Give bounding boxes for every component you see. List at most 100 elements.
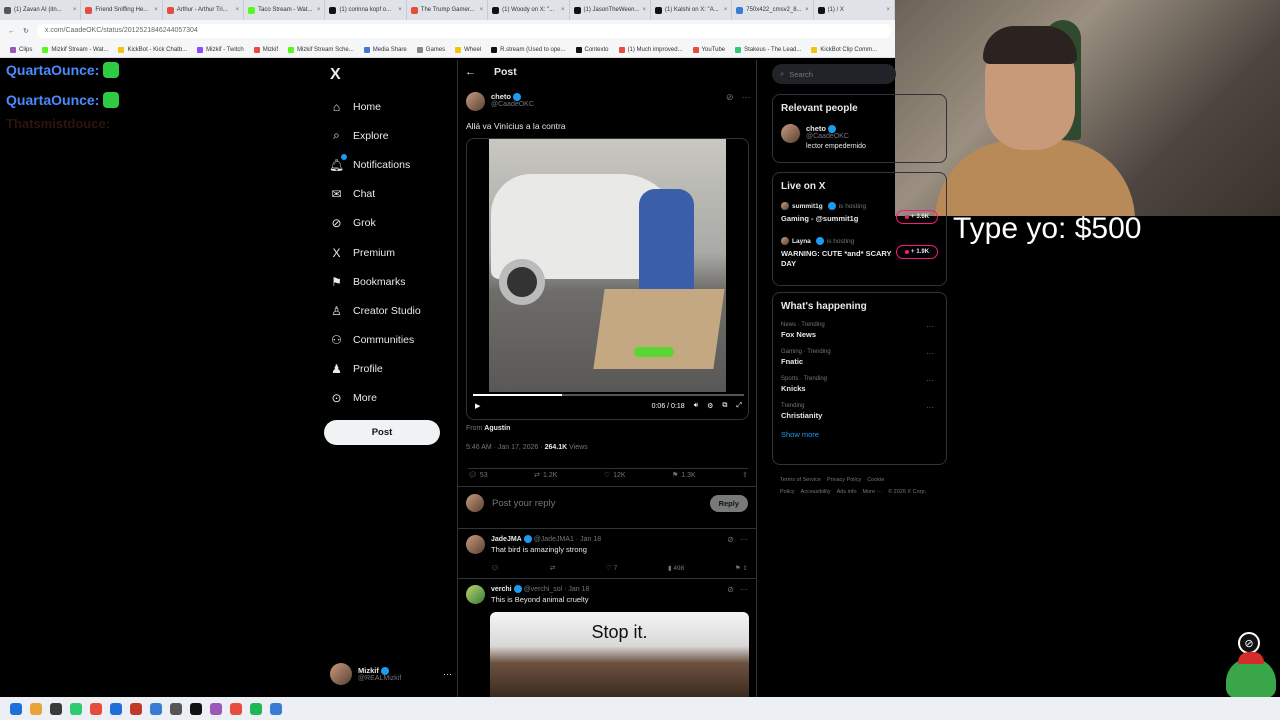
bookmark-item[interactable]: Mizkif Stream Sche... bbox=[288, 46, 354, 53]
taskbar-app-icon[interactable] bbox=[230, 702, 242, 715]
nav-item-home[interactable]: ⌂ Home bbox=[322, 92, 452, 121]
browser-tab[interactable]: Arthur - Arthur Tri... × bbox=[163, 0, 245, 20]
x-logo[interactable]: X bbox=[330, 66, 341, 84]
trend-more-icon[interactable]: ··· bbox=[926, 349, 934, 358]
nav-item-profile[interactable]: ♟ Profile bbox=[322, 355, 452, 384]
bookmark-item[interactable]: Wheel bbox=[455, 46, 481, 53]
browser-tab[interactable]: Taco Stream - Wat... × bbox=[244, 0, 326, 20]
grok-icon[interactable]: ⊘ bbox=[726, 92, 734, 103]
reply-icon[interactable]: 💬︎ bbox=[491, 564, 499, 572]
post-author[interactable]: cheto @CaadeOKC bbox=[466, 92, 534, 111]
reply-input[interactable] bbox=[492, 497, 702, 509]
tab-close-icon[interactable]: × bbox=[236, 7, 240, 13]
reload-icon[interactable]: ↻ bbox=[23, 27, 29, 35]
taskbar-app-icon[interactable] bbox=[50, 702, 62, 715]
taskbar-app-icon[interactable] bbox=[90, 702, 102, 715]
like-action[interactable]: ♡ 7 bbox=[606, 564, 617, 572]
live-item[interactable]: Layna is hosting WARNING: CUTE *and* SCAR… bbox=[781, 237, 938, 268]
live-item[interactable]: summit1g is hosting Gaming - @summit1g +3… bbox=[781, 202, 938, 224]
taskbar-app-icon[interactable] bbox=[10, 702, 22, 715]
grok-icon[interactable]: ⊘ bbox=[727, 585, 734, 594]
reply-action[interactable]: 💬︎ 53 bbox=[468, 471, 488, 480]
browser-tab[interactable]: Friend Sniffing He... × bbox=[81, 0, 163, 20]
trend-item[interactable]: Gaming · Trending Fnatic ··· bbox=[781, 349, 938, 366]
more-icon[interactable]: ··· bbox=[443, 669, 452, 679]
video-frame[interactable] bbox=[489, 139, 726, 392]
tab-close-icon[interactable]: × bbox=[886, 7, 890, 13]
taskbar-app-icon[interactable] bbox=[130, 702, 142, 715]
fullscreen-icon[interactable]: ⤢ bbox=[736, 402, 742, 410]
browser-tab[interactable]: (1) corinna kopf o... × bbox=[325, 0, 407, 20]
tab-close-icon[interactable]: × bbox=[480, 7, 484, 13]
footer-link[interactable]: © 2026 X Corp. bbox=[888, 489, 926, 495]
bookmark-item[interactable]: R.stream (Used to ope... bbox=[491, 46, 566, 53]
browser-tab[interactable]: (1) Woody on X: "... × bbox=[488, 0, 570, 20]
reply-author-name[interactable]: verchi bbox=[491, 586, 512, 593]
bookmark-action[interactable]: ⚑ 1.3K bbox=[672, 471, 696, 480]
taskbar-app-icon[interactable] bbox=[270, 702, 282, 715]
trend-item[interactable]: Trending Christianity ··· bbox=[781, 403, 938, 420]
trend-more-icon[interactable]: ··· bbox=[926, 376, 934, 385]
nav-item-premium[interactable]: X Premium bbox=[322, 238, 452, 267]
browser-tab[interactable]: (1) JasonTheWeen... × bbox=[570, 0, 651, 20]
like-action[interactable]: ♡ 12K bbox=[604, 471, 626, 480]
play-icon[interactable]: ▶ bbox=[475, 402, 480, 410]
author-handle[interactable]: @CaadeOKC bbox=[491, 101, 534, 108]
taskbar-app-icon[interactable] bbox=[150, 702, 162, 715]
more-options-icon[interactable]: ··· bbox=[740, 585, 748, 594]
tab-close-icon[interactable]: × bbox=[805, 7, 809, 13]
more-options-icon[interactable]: ··· bbox=[740, 535, 748, 544]
search-input[interactable] bbox=[789, 69, 870, 79]
video-player[interactable]: ▶ 0:06 / 0:18 🔊︎ ⚙ ⧉ ⤢ bbox=[466, 138, 749, 420]
bookmark-item[interactable]: Games bbox=[416, 46, 445, 53]
bookmark-item[interactable]: Mizkif bbox=[253, 46, 278, 53]
bookmark-share-icons[interactable]: ⚑ ⇪ bbox=[735, 564, 748, 572]
tab-close-icon[interactable]: × bbox=[561, 7, 565, 13]
settings-icon[interactable]: ⚙ bbox=[707, 402, 713, 410]
views-action[interactable]: ▮ 498 bbox=[668, 564, 684, 572]
more-options-icon[interactable]: ··· bbox=[742, 92, 751, 103]
tab-close-icon[interactable]: × bbox=[317, 7, 321, 13]
relevant-person[interactable]: cheto @CaadeOKC lector empedernido bbox=[781, 124, 938, 150]
trend-item[interactable]: Sports · Trending Knicks ··· bbox=[781, 376, 938, 393]
reply-button[interactable]: Reply bbox=[709, 494, 748, 512]
bookmark-item[interactable]: Contexto bbox=[575, 46, 609, 53]
reply-avatar[interactable] bbox=[466, 585, 485, 604]
reply-avatar[interactable] bbox=[466, 535, 485, 554]
nav-item-creator-studio[interactable]: ♙ Creator Studio bbox=[322, 296, 452, 325]
taskbar-app-icon[interactable] bbox=[190, 702, 202, 715]
account-switcher[interactable]: Mizkif @REALMizkif ··· bbox=[330, 661, 452, 687]
reply-item[interactable]: JadeJMA @JadeJMA1 · Jan 18 That bird is … bbox=[466, 535, 750, 572]
reply-item[interactable]: verchi @verchi_sol · Jan 18 This is Beyo… bbox=[466, 585, 750, 604]
footer-link[interactable]: Ads info bbox=[837, 489, 857, 495]
taskbar-app-icon[interactable] bbox=[250, 702, 262, 715]
bookmark-item[interactable]: Media Share bbox=[363, 46, 407, 53]
nav-item-explore[interactable]: ⌕ Explore bbox=[322, 121, 452, 150]
taskbar-app-icon[interactable] bbox=[210, 702, 222, 715]
reply-author-name[interactable]: JadeJMA bbox=[491, 536, 522, 543]
bookmark-item[interactable]: Stakeus - The Lead... bbox=[735, 46, 801, 53]
browser-tab[interactable]: (1) Zavan AI (itn... × bbox=[0, 0, 82, 20]
tab-close-icon[interactable]: × bbox=[724, 7, 728, 13]
nav-item-notifications[interactable]: 🔔︎ Notifications bbox=[322, 150, 452, 179]
footer-link[interactable]: Accessibility bbox=[801, 489, 831, 495]
bookmark-item[interactable]: (1) Much improved... bbox=[618, 46, 683, 53]
author-name[interactable]: cheto bbox=[491, 92, 534, 102]
taskbar-app-icon[interactable] bbox=[170, 702, 182, 715]
nav-item-grok[interactable]: ⊘ Grok bbox=[322, 209, 452, 238]
footer-link[interactable]: More ··· bbox=[863, 489, 883, 495]
url-field[interactable]: x.com/CaadeOKC/status/201252184624405730… bbox=[36, 24, 891, 38]
nav-item-chat[interactable]: ✉ Chat bbox=[322, 180, 452, 209]
back-icon[interactable]: ← bbox=[8, 28, 15, 35]
back-arrow-icon[interactable]: ← bbox=[465, 66, 476, 78]
post-button[interactable]: Post bbox=[324, 420, 440, 445]
browser-tab[interactable]: 750x422_cmsv2_8... × bbox=[732, 0, 814, 20]
grok-icon[interactable]: ⊘ bbox=[727, 535, 734, 544]
taskbar-app-icon[interactable] bbox=[30, 702, 42, 715]
trend-item[interactable]: News · Trending Fox News ··· bbox=[781, 322, 938, 339]
repost-icon[interactable]: ⇄ bbox=[550, 564, 555, 572]
bookmark-item[interactable]: Mizkif Stream - Wat... bbox=[42, 46, 108, 53]
nav-item-communities[interactable]: ⚇ Communities bbox=[322, 326, 452, 355]
footer-link[interactable]: Terms of Service bbox=[780, 477, 821, 483]
relevant-name[interactable]: cheto bbox=[806, 124, 866, 134]
